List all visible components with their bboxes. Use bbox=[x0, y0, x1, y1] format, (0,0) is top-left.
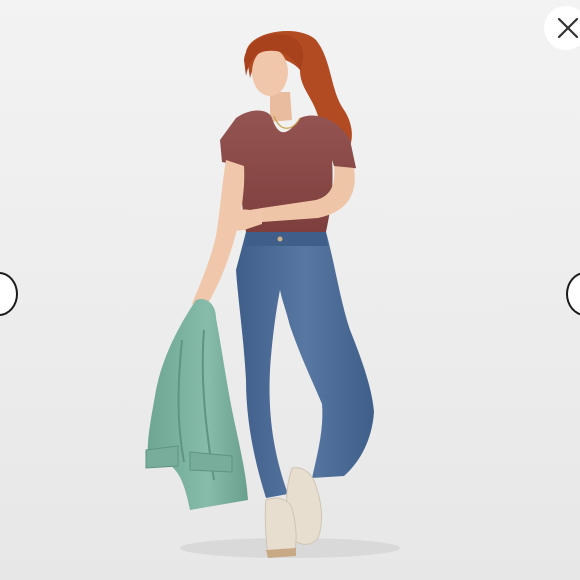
close-button[interactable] bbox=[544, 6, 580, 50]
jeans-waistband bbox=[245, 232, 328, 246]
jacket-cuff-2 bbox=[189, 451, 233, 473]
face bbox=[252, 48, 288, 96]
jeans-button bbox=[277, 236, 283, 242]
product-photo bbox=[0, 0, 580, 580]
close-x-icon bbox=[557, 17, 579, 39]
neck bbox=[270, 92, 292, 122]
image-viewer bbox=[0, 0, 580, 580]
left-sneaker bbox=[264, 497, 297, 557]
jacket-cuff bbox=[145, 445, 179, 469]
